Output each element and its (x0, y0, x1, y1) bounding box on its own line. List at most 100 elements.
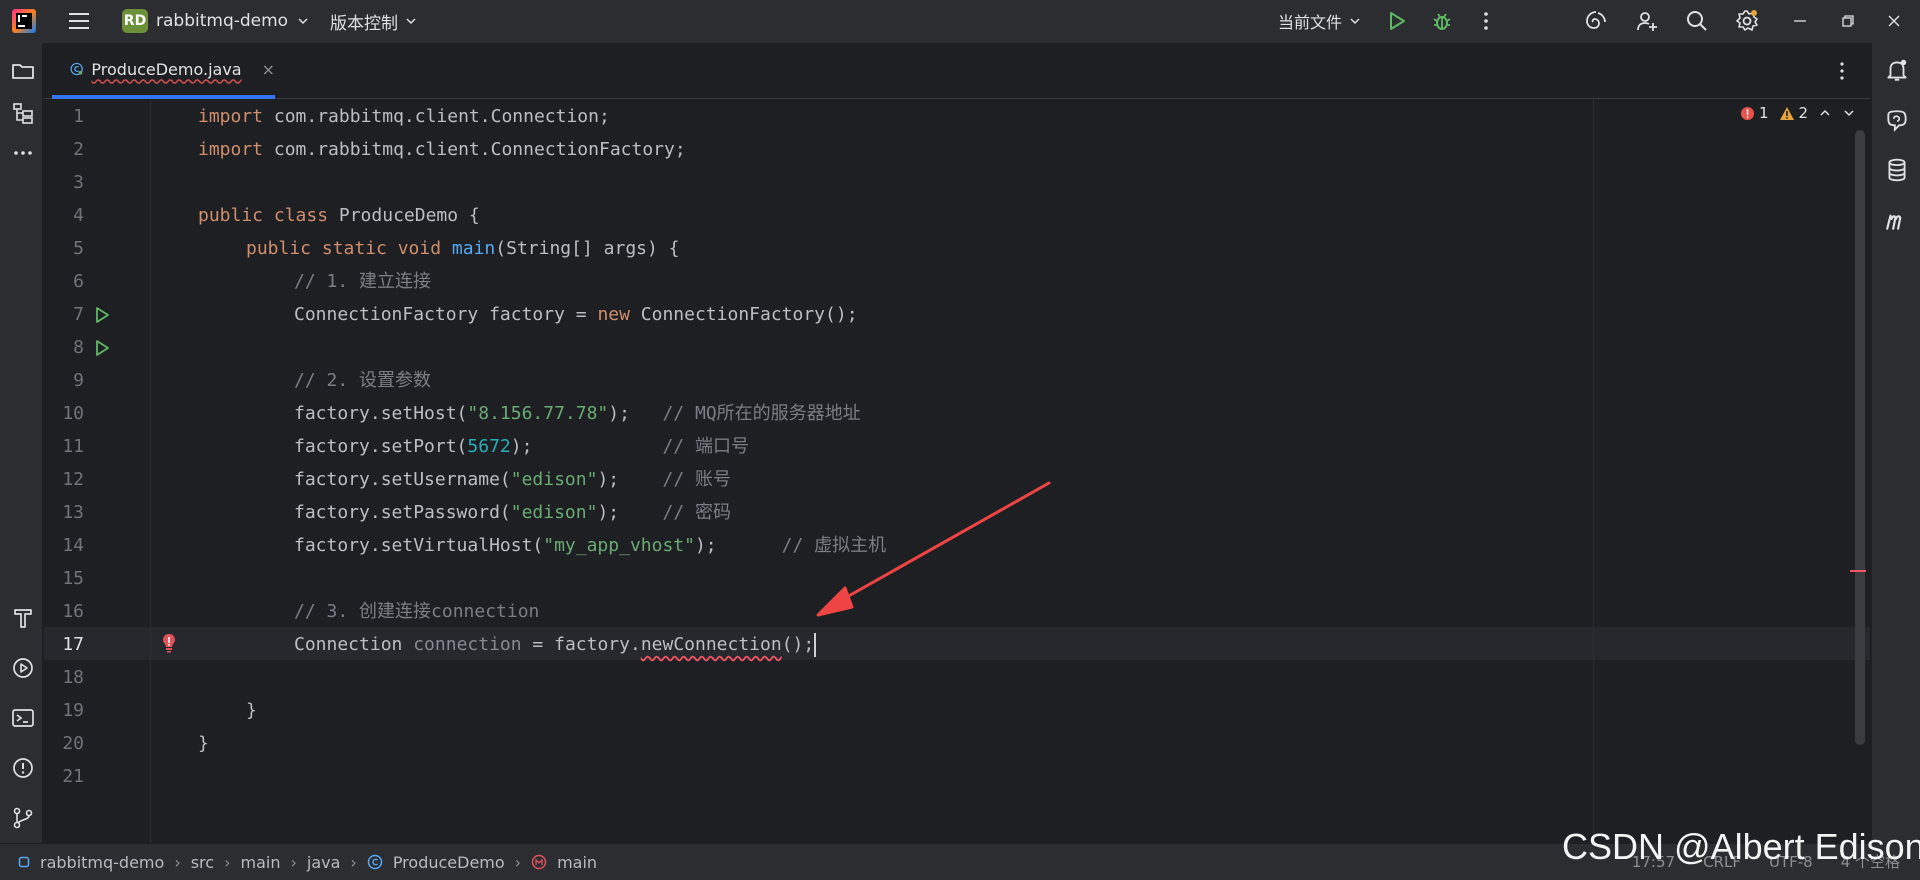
run-icon[interactable] (1385, 9, 1409, 33)
previous-problem-icon[interactable] (1818, 106, 1832, 120)
ai-chat-icon[interactable] (1884, 108, 1910, 134)
code-line-6: // 1. 建立连接 (294, 271, 432, 292)
chevron-down-icon (298, 18, 308, 25)
tab-close-icon[interactable]: × (262, 60, 275, 79)
code-line-9: // 2. 设置参数 (294, 370, 432, 391)
breadcrumb-separator: › (514, 852, 522, 872)
code-editor[interactable]: 1 2 3 4 5 6 7 8 9 10 11 12 13 14 15 16 17 18 19 20 21 import… (44, 100, 1870, 843)
more-tools-icon[interactable] (11, 141, 35, 165)
line-number[interactable]: 11 (44, 430, 84, 463)
line-number[interactable]: 14 (44, 529, 84, 562)
breadcrumb-item[interactable]: rabbitmq-demo (40, 853, 164, 872)
module-icon (18, 856, 30, 868)
ai-assistant-icon[interactable] (1584, 9, 1608, 33)
add-user-icon[interactable] (1635, 9, 1659, 33)
unresolved-method[interactable]: newConnection (641, 634, 782, 655)
code-line-10: factory.setHost("8.156.77.78"); // MQ所在的… (294, 403, 861, 424)
error-count[interactable]: 1 (1740, 104, 1769, 122)
run-configuration-selector[interactable]: 当前文件 (1278, 7, 1362, 35)
restore-icon[interactable] (1836, 9, 1860, 33)
project-folder-icon[interactable] (11, 59, 35, 83)
tab-label: ProduceDemo.java (91, 59, 242, 79)
warning-icon (1779, 106, 1794, 120)
maven-icon[interactable] (1884, 207, 1910, 233)
line-number[interactable]: 9 (44, 364, 84, 397)
line-number[interactable]: 4 (44, 199, 84, 232)
intellij-logo-icon[interactable] (12, 9, 36, 33)
line-number[interactable]: 13 (44, 496, 84, 529)
line-number[interactable]: 20 (44, 727, 84, 760)
line-number[interactable]: 17 (44, 628, 84, 661)
main-menu-icon[interactable] (67, 9, 91, 33)
java-class-icon (70, 62, 83, 76)
line-number[interactable]: 6 (44, 265, 84, 298)
line-number[interactable]: 16 (44, 595, 84, 628)
code-area[interactable]: import com.rabbitmq.client.Connection; i… (152, 100, 1870, 843)
tab-options-icon[interactable] (1830, 59, 1854, 83)
line-number[interactable]: 8 (44, 331, 84, 364)
inspection-widget[interactable]: 1 2 (1740, 104, 1856, 122)
code-line-5: public static void main(String[] args) { (246, 238, 680, 259)
code-line-4: public class ProduceDemo { (198, 205, 480, 226)
line-number[interactable]: 18 (44, 661, 84, 694)
line-number[interactable]: 19 (44, 694, 84, 727)
left-tool-strip (0, 43, 43, 843)
terminal-icon[interactable] (11, 706, 35, 730)
line-number[interactable]: 1 (44, 100, 84, 133)
line-number[interactable]: 3 (44, 166, 84, 199)
line-number[interactable]: 7 (44, 298, 84, 331)
error-stripe-marker[interactable] (1850, 570, 1866, 572)
project-badge: RD (122, 9, 148, 33)
database-icon[interactable] (1884, 157, 1910, 183)
line-number[interactable]: 5 (44, 232, 84, 265)
tab-produce-demo-java[interactable]: ProduceDemo.java × (52, 43, 275, 99)
project-switcher[interactable]: RD rabbitmq-demo (122, 7, 310, 35)
code-line-13: factory.setPassword("edison"); // 密码 (294, 502, 731, 523)
breadcrumb-separator: › (174, 852, 181, 872)
problems-icon[interactable] (11, 756, 35, 780)
breadcrumb-separator: › (290, 852, 297, 872)
search-icon[interactable] (1685, 9, 1709, 33)
line-number[interactable]: 2 (44, 133, 84, 166)
vcs-menu[interactable]: 版本控制 (330, 7, 418, 35)
line-number[interactable]: 15 (44, 562, 84, 595)
breadcrumb-separator: › (350, 852, 357, 872)
run-main-icon[interactable] (92, 338, 112, 358)
services-run-icon[interactable] (11, 656, 35, 680)
debug-icon[interactable] (1430, 9, 1454, 33)
java-class-icon (367, 854, 383, 870)
minimize-icon[interactable] (1788, 9, 1812, 33)
breadcrumb-item[interactable]: main (557, 853, 597, 872)
next-problem-icon[interactable] (1842, 106, 1856, 120)
warning-count[interactable]: 2 (1779, 104, 1808, 122)
breadcrumb-item[interactable]: ProduceDemo (393, 853, 505, 872)
settings-gear-icon[interactable] (1735, 9, 1759, 33)
run-class-icon[interactable] (92, 305, 112, 325)
breadcrumb-item[interactable]: main (240, 853, 280, 872)
run-config-label: 当前文件 (1278, 13, 1343, 32)
breadcrumb-item[interactable]: src (191, 853, 214, 872)
line-number[interactable]: 12 (44, 463, 84, 496)
breadcrumb-item[interactable]: java (307, 853, 341, 872)
chevron-down-icon (406, 18, 416, 25)
editor-tab-bar: ProduceDemo.java × (44, 43, 1870, 99)
notifications-bell-icon[interactable] (1884, 57, 1910, 83)
watermark: CSDN @Albert Edison (1562, 826, 1920, 867)
error-icon (1740, 106, 1755, 120)
structure-icon[interactable] (11, 101, 35, 125)
code-line-14: factory.setVirtualHost("my_app_vhost"); … (294, 535, 887, 556)
line-number[interactable]: 21 (44, 760, 84, 793)
editor-scrollbar[interactable] (1855, 130, 1865, 745)
title-bar: RD rabbitmq-demo 版本控制 当前文件 (0, 0, 1920, 43)
close-icon[interactable] (1882, 9, 1906, 33)
line-number[interactable]: 10 (44, 397, 84, 430)
git-branch-icon[interactable] (11, 806, 35, 830)
more-actions-icon[interactable] (1474, 9, 1498, 33)
line-number-gutter[interactable]: 1 2 3 4 5 6 7 8 9 10 11 12 13 14 15 16 17 18 19 20 21 (44, 100, 151, 843)
method-icon (531, 854, 547, 870)
code-line-20: } (198, 733, 209, 754)
project-name: rabbitmq-demo (156, 11, 289, 31)
text-caret (814, 633, 817, 657)
code-line-12: factory.setUsername("edison"); // 账号 (294, 469, 731, 490)
build-hammer-icon[interactable] (11, 606, 35, 630)
